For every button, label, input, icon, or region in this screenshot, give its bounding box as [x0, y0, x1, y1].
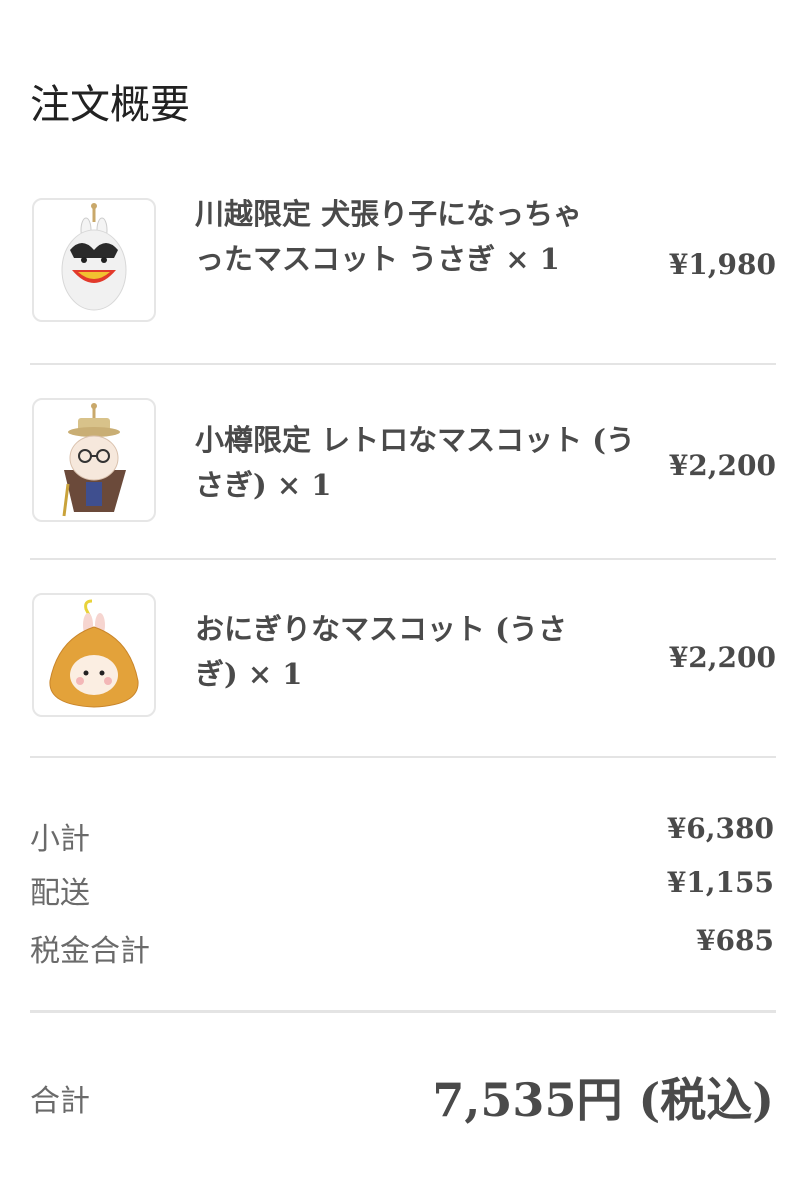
order-item: 小樽限定 レトロなマスコット (うさぎ) × 1 ¥2,200 [30, 398, 776, 528]
retro-rabbit-mascot-image [32, 398, 156, 522]
divider [30, 756, 776, 758]
tax-label: 税金合計 [30, 934, 150, 969]
order-item: 川越限定 犬張り子になっちゃったマスコット うさぎ × 1 ¥1,980 [30, 197, 776, 328]
total-value: 7,535円 (税込) [432, 1073, 774, 1127]
item-price: ¥2,200 [668, 641, 776, 674]
subtotal-value: ¥6,380 [666, 812, 774, 845]
item-name: おにぎりなマスコット (うさぎ) × 1 [195, 612, 567, 691]
item-price: ¥1,980 [668, 248, 776, 281]
item-price: ¥2,200 [668, 449, 776, 482]
order-item: おにぎりなマスコット (うさぎ) × 1 ¥2,200 [30, 593, 776, 723]
item-name: 川越限定 犬張り子になっちゃったマスコット うさぎ × 1 [195, 197, 583, 276]
divider [30, 558, 776, 560]
divider [30, 363, 776, 365]
shipping-value: ¥1,155 [666, 866, 774, 899]
shipping-label: 配送 [30, 876, 90, 911]
total-label: 合計 [30, 1084, 90, 1119]
tax-value: ¥685 [696, 924, 774, 957]
onigiri-rabbit-mascot-image [32, 593, 156, 717]
subtotal-label: 小計 [30, 822, 90, 857]
rabbit-dog-mascot-image [32, 198, 156, 322]
item-name: 小樽限定 レトロなマスコット (うさぎ) × 1 [195, 423, 635, 502]
page-title: 注文概要 [30, 82, 190, 128]
divider [30, 1010, 776, 1013]
